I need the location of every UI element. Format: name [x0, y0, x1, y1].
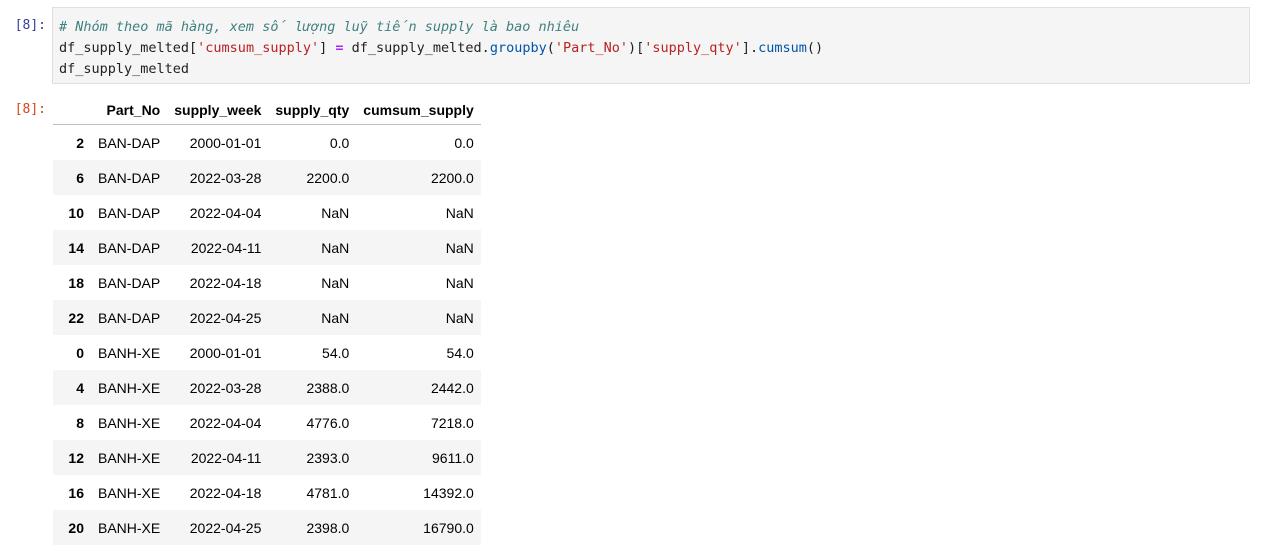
- table-cell: 14392.0: [423, 484, 474, 501]
- code-line-3: df_supply_melted: [59, 61, 190, 77]
- row-index: 20: [68, 519, 84, 536]
- table-cell: BANH-XE: [98, 344, 161, 361]
- table-cell: NaN: [445, 204, 474, 221]
- table-cell: 0.0: [454, 134, 474, 151]
- table-cell: BANH-XE: [98, 379, 161, 396]
- table-row: 0 BANH-XE 2000-01-01 54.0 54.0: [53, 335, 481, 370]
- column-header: [53, 95, 91, 125]
- row-index: 2: [76, 134, 84, 151]
- table-row: 10 BAN-DAP 2022-04-04 NaN NaN: [53, 195, 481, 230]
- table-cell: BAN-DAP: [98, 169, 161, 186]
- input-prompt: [8]:: [14, 18, 46, 33]
- code-line-2: df_supply_melted['cumsum_supply'] = df_s…: [59, 40, 824, 56]
- table-cell: 2000-01-01: [189, 344, 262, 361]
- table-row: 14 BAN-DAP 2022-04-11 NaN NaN: [53, 230, 481, 265]
- column-header: cumsum_supply: [356, 95, 481, 125]
- table-row: 16 BANH-XE 2022-04-18 4781.0 14392.0: [53, 475, 481, 510]
- table-cell: NaN: [321, 309, 350, 326]
- table-cell: NaN: [445, 274, 474, 291]
- table-header: Part_No supply_week supply_qty cumsum_suppl…: [53, 95, 481, 125]
- table-cell: BANH-XE: [98, 449, 161, 466]
- table-cell: BAN-DAP: [98, 239, 161, 256]
- table-cell: 2000-01-01: [189, 134, 262, 151]
- table-cell: 0.0: [329, 134, 350, 151]
- table-row: 4 BANH-XE 2022-03-28 2388.0 2442.0: [53, 370, 481, 405]
- table-cell: 2022-04-04: [189, 414, 262, 431]
- table-row: 12 BANH-XE 2022-04-11 2393.0 9611.0: [53, 440, 481, 475]
- table-cell: 16790.0: [423, 519, 474, 536]
- table-cell: 2393.0: [306, 449, 350, 466]
- table-cell: BAN-DAP: [98, 204, 161, 221]
- dataframe-table: Part_No supply_week supply_qty cumsum_suppl…: [53, 95, 481, 545]
- row-index: 4: [76, 379, 84, 396]
- table-cell: 2200.0: [306, 169, 350, 186]
- table-cell: 2022-04-18: [189, 484, 262, 501]
- row-index: 14: [68, 239, 84, 256]
- row-index: 8: [76, 414, 84, 431]
- row-index: 22: [68, 309, 84, 326]
- column-header: supply_qty: [268, 95, 357, 125]
- table-cell: BAN-DAP: [98, 134, 161, 151]
- table-cell: 2442.0: [430, 379, 474, 396]
- table-cell: 9611.0: [432, 449, 474, 466]
- table-cell: 2022-03-28: [189, 379, 262, 396]
- table-cell: 2022-04-25: [189, 519, 262, 536]
- row-index: 16: [68, 484, 84, 501]
- table-cell: NaN: [321, 204, 350, 221]
- output-prompt: [8]:: [14, 102, 46, 117]
- table-row: 18 BAN-DAP 2022-04-18 NaN NaN: [53, 265, 481, 300]
- table-cell: 2022-04-04: [189, 204, 262, 221]
- row-index: 10: [68, 204, 84, 221]
- table-cell: NaN: [445, 309, 474, 326]
- table-cell: BANH-XE: [98, 519, 161, 536]
- table-cell: 2022-03-28: [189, 169, 262, 186]
- code-input[interactable]: # Nhóm theo mã hàng, xem số lượng luỹ ti…: [52, 7, 1250, 84]
- table-cell: 4781.0: [306, 484, 350, 501]
- table-cell: 2022-04-25: [189, 309, 262, 326]
- row-index: 12: [68, 449, 84, 466]
- table-cell: 2388.0: [306, 379, 350, 396]
- table-cell: 2022-04-11: [190, 449, 262, 466]
- table-row: 2 BAN-DAP 2000-01-01 0.0 0.0: [53, 125, 481, 161]
- table-cell: 2398.0: [306, 519, 350, 536]
- table-row: 8 BANH-XE 2022-04-04 4776.0 7218.0: [53, 405, 481, 440]
- row-index: 18: [68, 274, 84, 291]
- row-index: 0: [76, 344, 84, 361]
- table-cell: BAN-DAP: [98, 274, 161, 291]
- table-cell: BANH-XE: [98, 414, 161, 431]
- table-cell: NaN: [321, 274, 350, 291]
- table-cell: BANH-XE: [98, 484, 161, 501]
- table-cell: NaN: [321, 239, 350, 256]
- table-cell: 2200.0: [430, 169, 474, 186]
- table-cell: 7218.0: [430, 414, 474, 431]
- row-index: 6: [76, 169, 84, 186]
- table-cell: 4776.0: [306, 414, 350, 431]
- code-comment: # Nhóm theo mã hàng, xem số lượng luỹ ti…: [59, 19, 580, 35]
- table-cell: BAN-DAP: [98, 309, 161, 326]
- table-cell: 2022-04-11: [190, 239, 262, 256]
- table-cell: 54.0: [446, 344, 474, 361]
- table-row: 6 BAN-DAP 2022-03-28 2200.0 2200.0: [53, 160, 481, 195]
- table-row: 22 BAN-DAP 2022-04-25 NaN NaN: [53, 300, 481, 335]
- table-cell: 2022-04-18: [189, 274, 262, 291]
- column-header: Part_No: [91, 95, 168, 125]
- table-cell: 54.0: [322, 344, 350, 361]
- column-header: supply_week: [167, 95, 269, 125]
- table-cell: NaN: [445, 239, 474, 256]
- table-row: 20 BANH-XE 2022-04-25 2398.0 16790.0: [53, 510, 481, 545]
